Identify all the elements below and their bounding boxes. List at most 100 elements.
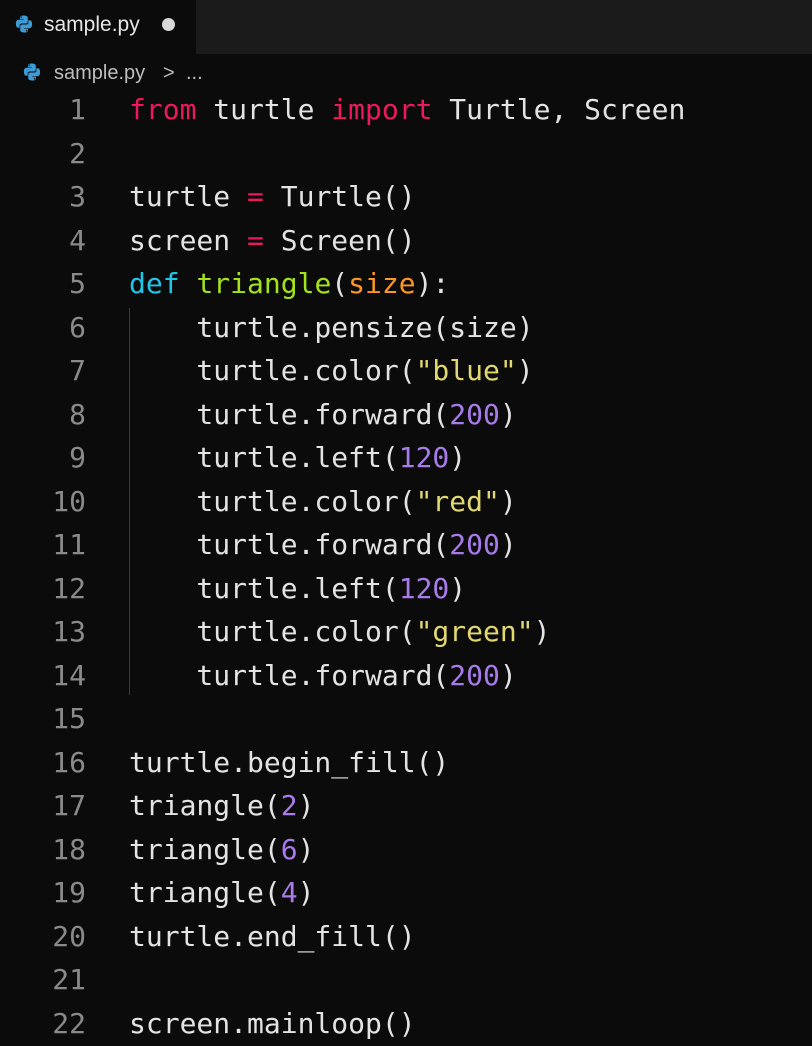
code-token: ) — [516, 354, 534, 387]
code-line[interactable]: 16 turtle.begin_fill() — [0, 741, 812, 785]
line-number: 19 — [52, 876, 86, 909]
code-token: ) — [297, 789, 315, 822]
code-line[interactable]: 2 — [0, 132, 812, 176]
code-token: turtle.begin_fill() — [129, 745, 450, 779]
code-line[interactable]: 14 turtle.forward(200) — [0, 654, 812, 698]
code-token: turtle.forward( — [129, 528, 450, 561]
line-number: 5 — [69, 267, 86, 300]
code-token: 120 — [398, 571, 450, 605]
code-line[interactable]: 20 turtle.end_fill() — [0, 915, 812, 959]
code-line[interactable]: 17 triangle(2) — [0, 784, 812, 828]
line-number: 21 — [52, 963, 86, 996]
code-line[interactable]: 11 turtle.forward(200) — [0, 523, 812, 567]
code-token: from — [129, 93, 197, 126]
code-token: turtle.left( — [129, 571, 399, 605]
code-token: screen — [129, 223, 248, 257]
code-token: turtle.end_fill() — [129, 919, 416, 953]
code-token: turtle — [129, 180, 248, 213]
code-token: ) — [533, 615, 551, 648]
code-token: turtle.left( — [129, 441, 399, 474]
code-line[interactable]: 3 turtle = Turtle() — [0, 175, 812, 219]
code-line[interactable]: 8 turtle.forward(200) — [0, 393, 812, 437]
code-token: Turtle, Screen — [432, 93, 686, 126]
line-number: 8 — [69, 397, 86, 431]
code-token: import — [331, 93, 433, 126]
code-token: ) — [297, 876, 315, 909]
code-text: screen = Screen() — [129, 219, 416, 263]
code-text: turtle.forward(200) — [129, 523, 517, 567]
line-number: 22 — [52, 1006, 86, 1040]
code-token: ) — [449, 571, 467, 605]
code-text: turtle.begin_fill() — [129, 741, 449, 785]
code-token: turtle — [196, 93, 332, 126]
code-token: triangle( — [129, 832, 281, 866]
breadcrumb: sample.py > ... — [0, 54, 812, 90]
code-line[interactable]: 21 — [0, 958, 812, 1002]
line-number: 13 — [52, 615, 86, 648]
code-token: turtle.forward( — [129, 658, 450, 692]
code-text: turtle.end_fill() — [129, 915, 416, 959]
unsaved-dot-icon[interactable] — [162, 18, 175, 31]
line-number: 15 — [52, 702, 86, 735]
code-token: ) — [499, 528, 517, 561]
code-token: ) — [297, 832, 315, 866]
tab-sample-py[interactable]: sample.py — [0, 0, 196, 54]
code-line[interactable]: 9 turtle.left(120) — [0, 436, 812, 480]
code-text: turtle.color("red") — [129, 480, 516, 524]
code-line[interactable]: 5 def triangle(size): — [0, 262, 812, 306]
line-number: 16 — [52, 745, 86, 779]
line-number: 4 — [69, 223, 86, 257]
code-text: turtle.left(120) — [129, 436, 466, 480]
code-line[interactable]: 7 turtle.color("blue") — [0, 349, 812, 393]
code-token: "blue" — [415, 354, 517, 387]
line-number: 10 — [52, 484, 86, 518]
line-number: 11 — [52, 528, 86, 561]
tab-bar: sample.py — [0, 0, 812, 54]
code-token: "red" — [415, 484, 500, 518]
code-token: triangle( — [129, 789, 281, 822]
code-token: 200 — [449, 658, 500, 692]
code-token: ): — [415, 267, 450, 300]
breadcrumb-file[interactable]: sample.py — [54, 60, 145, 86]
code-text: turtle.color("blue") — [129, 349, 534, 393]
python-icon — [15, 15, 33, 33]
code-line[interactable]: 6 turtle.pensize(size) — [0, 306, 812, 350]
breadcrumb-separator: > — [163, 62, 175, 84]
code-token: = — [247, 223, 264, 257]
code-line[interactable]: 18 triangle(6) — [0, 828, 812, 872]
code-line[interactable]: 1 from turtle import Turtle, Screen — [0, 88, 812, 132]
line-number: 3 — [69, 180, 86, 213]
code-editor[interactable]: 1 from turtle import Turtle, Screen 2 3 turt… — [0, 88, 812, 1046]
code-line[interactable]: 12 turtle.left(120) — [0, 567, 812, 611]
code-text: turtle.forward(200) — [129, 654, 516, 698]
code-token: turtle.color( — [129, 484, 416, 518]
python-icon — [23, 63, 41, 81]
code-text: triangle(6) — [129, 828, 314, 872]
line-number: 2 — [69, 136, 86, 170]
code-line[interactable]: 4 screen = Screen() — [0, 219, 812, 263]
breadcrumb-more[interactable]: ... — [186, 60, 203, 86]
code-line[interactable]: 19 triangle(4) — [0, 871, 812, 915]
code-token: turtle.color( — [129, 615, 416, 648]
code-line[interactable]: 22 screen.mainloop() — [0, 1002, 812, 1046]
line-number: 20 — [52, 919, 86, 953]
code-token: "green" — [415, 615, 534, 648]
code-token: = — [247, 180, 264, 213]
code-token: 4 — [280, 876, 298, 909]
code-token: ( — [331, 267, 349, 300]
code-line[interactable]: 13 turtle.color("green") — [0, 610, 812, 654]
code-line[interactable]: 10 turtle.color("red") — [0, 480, 812, 524]
code-text: turtle.forward(200) — [129, 393, 516, 437]
code-token: triangle — [196, 267, 332, 300]
code-line[interactable]: 15 — [0, 697, 812, 741]
code-token: 200 — [449, 528, 500, 561]
code-token: 6 — [280, 832, 298, 866]
code-token: turtle.pensize(size) — [129, 310, 534, 344]
line-number: 9 — [69, 441, 86, 474]
code-token: 200 — [449, 397, 500, 431]
code-text: triangle(2) — [129, 784, 314, 828]
line-number: 18 — [52, 832, 86, 866]
code-token: Turtle() — [263, 180, 416, 213]
code-text: screen.mainloop() — [129, 1002, 416, 1046]
